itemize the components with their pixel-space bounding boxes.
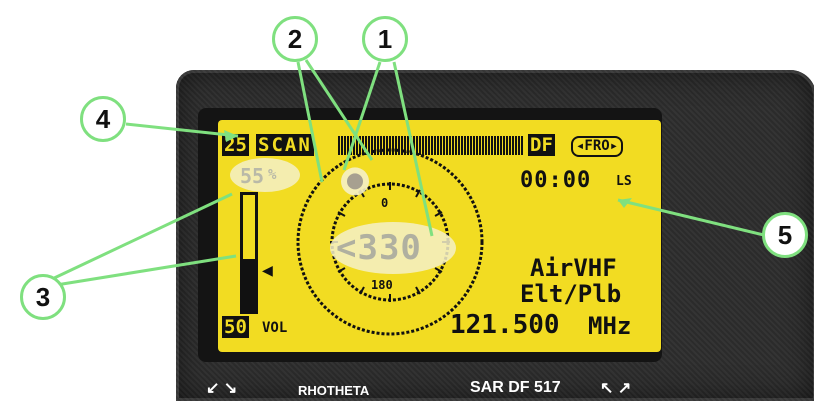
- frequency-unit: MHz: [588, 312, 632, 340]
- callout-3: 3: [20, 274, 66, 320]
- bearing-readout: <330: [336, 228, 422, 268]
- lcd-display: 25 SCAN DF ◂FRO▸ 55 % 00:00 LS ◀ <330 0 …: [218, 120, 661, 352]
- callout-4: 4: [80, 96, 126, 142]
- brand-label: RHOTHETA: [298, 383, 370, 398]
- volume-value: 50: [222, 316, 249, 338]
- compass-south-label: 180: [371, 278, 393, 292]
- right-arrow-icon: ↖ ↗: [600, 380, 632, 397]
- callout-2: 2: [272, 16, 318, 62]
- bearing-pointer-icon: [347, 173, 363, 190]
- volume-label: VOL: [262, 320, 288, 336]
- model-label: SAR DF 517: [470, 379, 561, 396]
- callout-5: 5: [762, 212, 808, 258]
- mode-label: Elt/Plb: [520, 280, 622, 308]
- left-arrow-icon: ↙ ↘: [206, 380, 238, 397]
- band-label: AirVHF: [530, 254, 617, 282]
- callout-1: 1: [362, 16, 408, 62]
- compass-north-label: 0: [381, 196, 389, 210]
- frequency-value: 121.500: [450, 310, 560, 340]
